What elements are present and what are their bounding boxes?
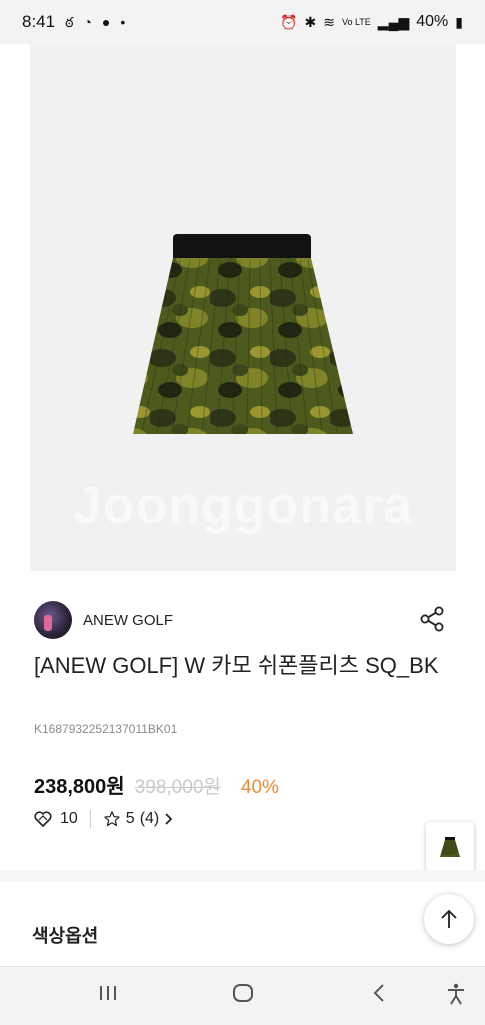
skirt-thumbnail-icon [440, 837, 460, 857]
recent-apps-button[interactable] [98, 983, 118, 1008]
brand-row: ANEW GOLF [34, 600, 454, 640]
status-time: 8:41 [22, 12, 56, 31]
product-code: K1687932252137011BK01 [34, 722, 178, 736]
rating-value: 5 [125, 810, 135, 827]
discount-rate: 40% [240, 777, 279, 798]
accessibility-button[interactable] [446, 983, 466, 1010]
battery-level: 40% [416, 13, 449, 30]
back-icon [373, 984, 384, 1002]
color-option-title: 색상옵션 [32, 926, 99, 946]
chevron-right-icon [165, 813, 173, 825]
like-count: 10 [60, 810, 78, 827]
share-icon [420, 606, 444, 632]
recent-apps-icon [100, 986, 116, 1000]
notification-icon: ◔ [83, 14, 92, 30]
watermark: Joonggonara [72, 477, 414, 535]
star-icon [104, 811, 120, 827]
brand-avatar[interactable] [34, 601, 72, 639]
original-price: 398,000원 [134, 777, 221, 798]
product-title: [ANEW GOLF] W 카모 쉬폰플리츠 SQ_BK [34, 653, 439, 678]
product-thumbnail[interactable] [426, 822, 474, 872]
alarm-icon: ⏰ [280, 14, 298, 30]
home-icon [233, 984, 253, 1002]
accessibility-icon [448, 983, 464, 1005]
divider [89, 810, 91, 828]
bluetooth-icon: ✱ [304, 14, 317, 30]
meta-row: 10 5 (4) [34, 810, 174, 828]
talk-icon: ● [101, 14, 111, 30]
price-row: 238,800원 398,000원 40% [34, 770, 279, 799]
dot-icon: • [120, 14, 126, 30]
signal-icon: ▂▄▆ [377, 14, 410, 30]
sale-price: 238,800원 [34, 776, 125, 798]
share-button[interactable] [418, 605, 446, 633]
product-image[interactable]: Joonggonara [30, 44, 456, 571]
volte-icon: Vo LTE [341, 16, 371, 27]
arrow-up-icon [441, 909, 457, 928]
wifi-icon: ≋ [323, 14, 335, 30]
section-divider [0, 870, 485, 882]
back-button[interactable] [372, 983, 386, 1008]
status-bar: 8:41 ఠ ◔ ● • ⏰ ✱ ≋ Vo LTE ▂▄▆ 40% ▮ [0, 0, 485, 44]
scroll-top-button[interactable] [424, 894, 474, 944]
brand-name[interactable]: ANEW GOLF [83, 612, 173, 629]
like-button[interactable]: 10 [34, 810, 78, 828]
review-count: (4) [139, 810, 160, 827]
home-button[interactable] [232, 983, 254, 1008]
notification-icon: ఠ [65, 14, 74, 30]
heart-icon [34, 811, 52, 827]
review-link[interactable]: 5 (4) [103, 810, 174, 828]
system-nav-bar [0, 966, 485, 1025]
battery-icon: ▮ [455, 14, 463, 30]
